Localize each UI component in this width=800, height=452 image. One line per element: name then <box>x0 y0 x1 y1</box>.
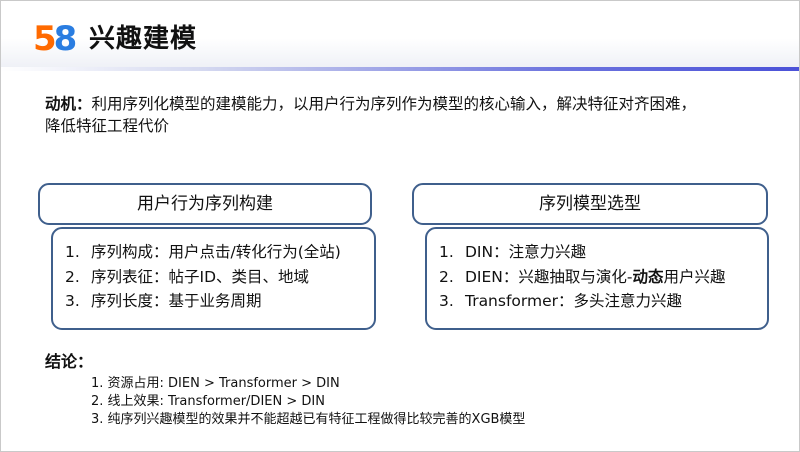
list-item: 2. DIEN：兴趣抽取与演化-动态用户兴趣 <box>439 267 726 286</box>
conclusion-list: 1. 资源占用: DIEN > Transformer > DIN 2. 线上效… <box>91 375 525 429</box>
conclusion-label: 结论： <box>45 352 94 371</box>
list-item: 3. Transformer：多头注意力兴趣 <box>439 292 683 310</box>
left-box-body: 1. 序列构成：用户点击/转化行为(全站) 2. 序列表征：帖子ID、类目、地域 3… <box>51 227 376 330</box>
conclusion-item: 2. 线上效果: Transformer/DIEN > DIN <box>91 394 325 409</box>
list-item: 3. 序列长度：基于业务周期 <box>65 292 262 310</box>
right-box-body: 1. DIN：注意力兴趣 2. DIEN：兴趣抽取与演化-动态用户兴趣 3. Tran… <box>425 227 769 330</box>
motivation-text: 利用序列化模型的建模能力，以用户行为序列作为模型的核心输入，解决特征对齐困难， <box>91 95 697 113</box>
logo-digit-8: 8 <box>53 19 78 59</box>
logo-digit-5: 5 <box>33 19 57 59</box>
logo-58: 58 <box>33 19 78 59</box>
list-item: 2. 序列表征：帖子ID、类目、地域 <box>65 267 310 286</box>
motivation-paragraph: 动机：利用序列化模型的建模能力，以用户行为序列作为模型的核心输入，解决特征对齐困… <box>45 93 785 137</box>
header-divider <box>1 67 799 71</box>
motivation-text-line2: 降低特征工程代价 <box>45 117 170 135</box>
list-item: 1. 序列构成：用户点击/转化行为(全站) <box>65 243 341 261</box>
left-box-title: 用户行为序列构建 <box>38 183 372 225</box>
list-item: 1. DIN：注意力兴趣 <box>439 243 587 261</box>
right-box-list: 1. DIN：注意力兴趣 2. DIEN：兴趣抽取与演化-动态用户兴趣 3. Tran… <box>439 240 726 314</box>
slide: 58 兴趣建模 动机：利用序列化模型的建模能力，以用户行为序列作为模型的核心输入… <box>0 0 800 452</box>
motivation-label: 动机： <box>45 95 92 113</box>
left-box-list: 1. 序列构成：用户点击/转化行为(全站) 2. 序列表征：帖子ID、类目、地域 3… <box>65 240 341 314</box>
right-box-title: 序列模型选型 <box>412 183 768 225</box>
conclusion-item: 1. 资源占用: DIEN > Transformer > DIN <box>91 376 340 391</box>
slide-title: 兴趣建模 <box>89 24 198 54</box>
conclusion-item: 3. 纯序列兴趣模型的效果并不能超越已有特征工程做得比较完善的XGB模型 <box>91 412 526 427</box>
